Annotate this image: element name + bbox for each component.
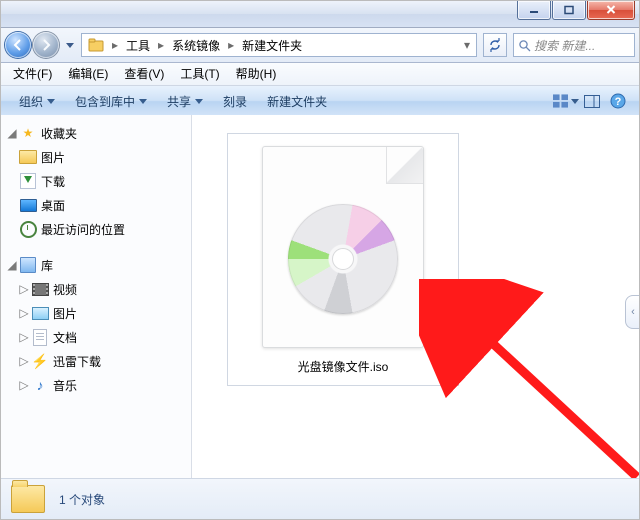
nav-item-desktop[interactable]: 桌面 — [1, 193, 191, 217]
file-name-label: 光盘镜像文件.iso — [228, 358, 458, 375]
menu-help[interactable]: 帮助(H) — [228, 63, 285, 85]
desktop-icon — [19, 197, 37, 213]
collapse-icon: ◢ — [7, 126, 17, 140]
search-placeholder: 搜索 新建... — [534, 37, 634, 54]
nav-item-videos[interactable]: ▷视频 — [1, 277, 191, 301]
status-bar: 1 个对象 — [1, 478, 639, 519]
music-icon: ♪ — [31, 377, 49, 393]
chevron-down-icon[interactable]: ▾ — [462, 38, 476, 52]
document-icon — [31, 329, 49, 345]
thunder-icon: ⚡ — [31, 353, 49, 369]
window-titlebar — [1, 1, 639, 28]
download-icon — [19, 173, 37, 189]
breadcrumb-segment[interactable]: 新建文件夹 — [236, 34, 308, 56]
menu-view[interactable]: 查看(V) — [116, 63, 172, 85]
file-item-iso[interactable]: 光盘镜像文件.iso — [227, 133, 459, 386]
cmd-new-folder[interactable]: 新建文件夹 — [257, 86, 337, 116]
menu-file[interactable]: 文件(F) — [5, 63, 60, 85]
chevron-down-icon — [571, 99, 579, 104]
breadcrumb-segment[interactable]: 工具 — [120, 34, 156, 56]
collapse-icon: ◢ — [7, 258, 17, 272]
chevron-down-icon — [195, 99, 203, 104]
library-icon — [19, 257, 37, 273]
content-pane[interactable]: 光盘镜像文件.iso — [192, 115, 639, 479]
folder-icon — [82, 34, 110, 56]
disc-icon — [288, 204, 398, 314]
maximize-button[interactable] — [552, 1, 586, 20]
menu-bar: 文件(F) 编辑(E) 查看(V) 工具(T) 帮助(H) — [1, 63, 639, 86]
nav-item-documents[interactable]: ▷文档 — [1, 325, 191, 349]
breadcrumb-segment[interactable]: 系统镜像 — [166, 34, 226, 56]
nav-item-music[interactable]: ▷♪音乐 — [1, 373, 191, 397]
view-options-button[interactable] — [553, 86, 579, 116]
expand-icon: ▷ — [19, 354, 29, 368]
expand-icon: ▷ — [19, 282, 29, 296]
nav-group-favorites[interactable]: ◢ ★ 收藏夹 — [1, 121, 191, 145]
preview-pane-button[interactable] — [579, 86, 605, 116]
forward-button[interactable] — [33, 32, 59, 58]
refresh-button[interactable] — [483, 33, 507, 57]
chevron-down-icon — [47, 99, 55, 104]
menu-tools[interactable]: 工具(T) — [172, 63, 227, 85]
help-button[interactable]: ? — [605, 86, 631, 116]
preview-peek-button[interactable]: ‹ — [625, 295, 640, 329]
cmd-organize[interactable]: 组织 — [9, 86, 65, 116]
navigation-pane: ◢ ★ 收藏夹 图片 下载 桌面 最近访问的位置 ◢ 库 ▷视频 ▷图片 ▷文档… — [1, 115, 192, 479]
search-box[interactable]: 搜索 新建... — [513, 33, 635, 57]
nav-group-libraries[interactable]: ◢ 库 — [1, 253, 191, 277]
expand-icon: ▷ — [19, 378, 29, 392]
cmd-share[interactable]: 共享 — [157, 86, 213, 116]
picture-icon — [31, 305, 49, 321]
cmd-burn[interactable]: 刻录 — [213, 86, 257, 116]
cmd-include-in-library[interactable]: 包含到库中 — [65, 86, 157, 116]
search-icon — [514, 39, 534, 52]
folder-icon — [19, 149, 37, 165]
menu-edit[interactable]: 编辑(E) — [60, 63, 116, 85]
close-button[interactable] — [587, 1, 635, 20]
star-icon: ★ — [19, 125, 37, 141]
status-text: 1 个对象 — [59, 491, 105, 508]
navigation-row: ▸ 工具 ▸ 系统镜像 ▸ 新建文件夹 ▾ 搜索 新建... — [1, 28, 639, 63]
recent-icon — [19, 221, 37, 237]
chevron-right-icon: ▸ — [226, 38, 236, 52]
chevron-down-icon — [139, 99, 147, 104]
nav-item-pictures[interactable]: 图片 — [1, 145, 191, 169]
expand-icon: ▷ — [19, 306, 29, 320]
svg-text:?: ? — [615, 96, 622, 108]
iso-file-icon — [262, 146, 424, 348]
chevron-right-icon: ▸ — [110, 38, 120, 52]
video-icon — [31, 281, 49, 297]
expand-icon: ▷ — [19, 330, 29, 344]
minimize-button[interactable] — [517, 1, 551, 20]
nav-item-pictures-lib[interactable]: ▷图片 — [1, 301, 191, 325]
history-dropdown[interactable] — [63, 34, 77, 56]
back-button[interactable] — [5, 32, 31, 58]
nav-item-xunlei[interactable]: ▷⚡迅雷下载 — [1, 349, 191, 373]
folder-icon — [11, 485, 45, 513]
chevron-right-icon: ▸ — [156, 38, 166, 52]
nav-item-downloads[interactable]: 下载 — [1, 169, 191, 193]
nav-item-recent[interactable]: 最近访问的位置 — [1, 217, 191, 241]
command-bar: 组织 包含到库中 共享 刻录 新建文件夹 ? — [1, 86, 639, 117]
address-bar[interactable]: ▸ 工具 ▸ 系统镜像 ▸ 新建文件夹 ▾ — [81, 33, 477, 57]
